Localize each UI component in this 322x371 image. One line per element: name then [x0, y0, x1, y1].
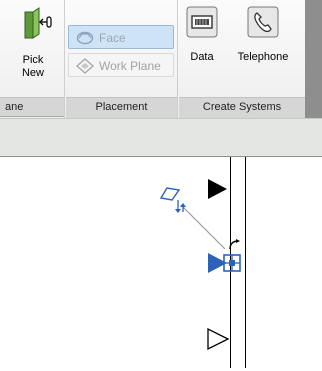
ribbon-edge — [305, 0, 322, 118]
panel-title-placement[interactable]: Placement — [66, 97, 177, 119]
data-label: Data — [190, 51, 214, 63]
data-device-icon — [186, 6, 218, 38]
host-indicator-icon[interactable] — [159, 187, 186, 213]
selected-device[interactable] — [208, 253, 241, 273]
telephone-button[interactable]: Telephone — [226, 4, 300, 64]
face-button[interactable]: Face — [68, 25, 174, 49]
face-icon — [76, 29, 94, 48]
ribbon: Pick New Face Work Plane Data Telephone … — [0, 0, 305, 119]
telephone-label: Telephone — [237, 51, 289, 63]
device-symbol-filled — [208, 179, 227, 199]
work-plane-button[interactable]: Work Plane — [68, 53, 174, 77]
data-button[interactable]: Data — [182, 4, 222, 64]
pick-new-button[interactable]: Pick New — [4, 6, 62, 80]
face-label: Face — [99, 31, 126, 45]
options-bar — [0, 118, 322, 158]
panel-title-plane[interactable]: ane — [0, 97, 64, 117]
panel-title-create-systems[interactable]: Create Systems — [179, 97, 305, 119]
drawing-area[interactable] — [0, 157, 322, 368]
pick-new-label: Pick New — [21, 54, 44, 79]
device-symbol-outline — [207, 327, 230, 351]
leader-line — [180, 204, 226, 250]
pick-new-icon — [13, 6, 53, 46]
work-plane-label: Work Plane — [99, 59, 161, 73]
telephone-icon — [247, 6, 279, 38]
work-plane-icon — [76, 58, 94, 77]
